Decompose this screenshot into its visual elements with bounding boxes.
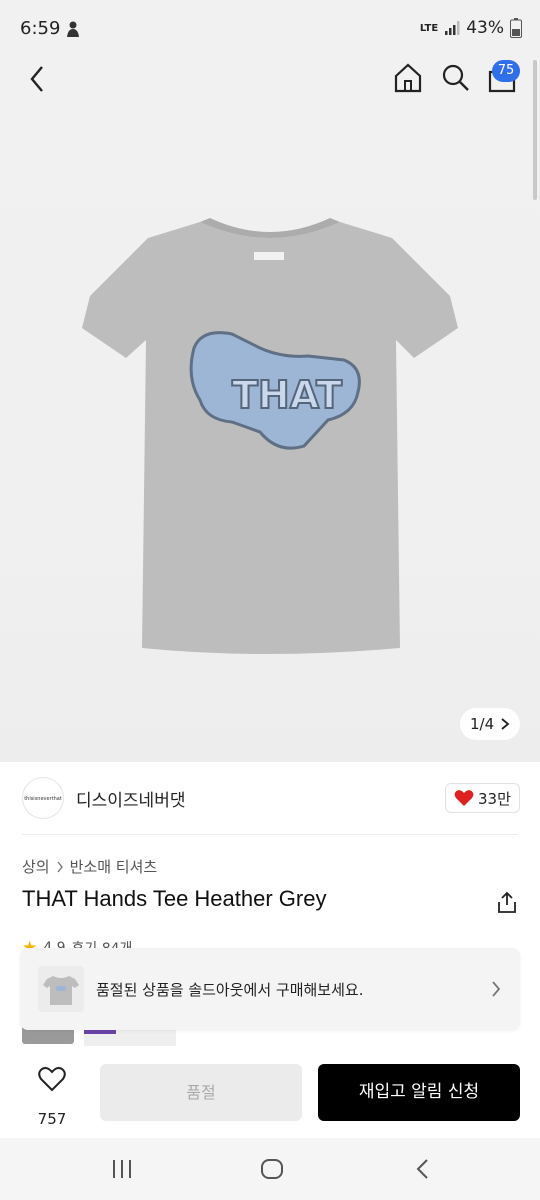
purchase-action-bar: 757 품절 재입고 알림 신청 bbox=[0, 1052, 540, 1138]
toast-product-thumbnail bbox=[38, 966, 84, 1012]
soldout-button[interactable]: 품절 bbox=[100, 1064, 302, 1121]
brand-name[interactable]: 디스이즈네버댓 bbox=[76, 786, 185, 811]
breadcrumb: 상의 반소매 티셔츠 bbox=[22, 856, 157, 877]
search-icon[interactable] bbox=[440, 62, 470, 94]
scrollbar[interactable] bbox=[533, 60, 537, 200]
divider bbox=[22, 834, 518, 835]
image-pager[interactable]: 1/4 bbox=[460, 708, 520, 740]
status-bar: 6:59 LTE 43% bbox=[0, 0, 540, 58]
recent-apps-icon[interactable] bbox=[110, 1158, 134, 1180]
chevron-right-icon bbox=[57, 861, 63, 872]
system-navigation-bar bbox=[0, 1138, 540, 1200]
brand-logo[interactable]: thisisneverthat bbox=[22, 777, 64, 819]
toast-message: 품절된 상품을 솔드아웃에서 구매해보세요. bbox=[96, 981, 364, 999]
share-icon[interactable] bbox=[496, 890, 518, 914]
pager-label: 1/4 bbox=[470, 715, 495, 733]
battery-level: 43% bbox=[466, 18, 504, 38]
signal-icon bbox=[445, 21, 460, 35]
breadcrumb-subcategory[interactable]: 반소매 티셔츠 bbox=[70, 856, 158, 877]
home-icon[interactable] bbox=[392, 62, 424, 94]
brand-like-count: 33만 bbox=[478, 789, 511, 808]
battery-icon bbox=[510, 18, 522, 38]
product-like-count: 757 bbox=[37, 1110, 67, 1128]
chevron-right-icon bbox=[501, 718, 510, 730]
product-image-gallery[interactable]: THAT 1/4 bbox=[0, 0, 540, 762]
system-back-icon[interactable] bbox=[414, 1158, 432, 1180]
heart-icon bbox=[454, 790, 474, 806]
status-time: 6:59 bbox=[20, 18, 61, 39]
home-button-icon[interactable] bbox=[260, 1158, 284, 1180]
cart-count-badge: 75 bbox=[492, 60, 520, 82]
restock-alert-button[interactable]: 재입고 알림 신청 bbox=[318, 1064, 520, 1121]
svg-text:THAT: THAT bbox=[232, 373, 342, 417]
status-indicators: LTE 43% bbox=[420, 18, 522, 38]
product-image: THAT bbox=[82, 218, 458, 654]
breadcrumb-category[interactable]: 상의 bbox=[22, 856, 50, 877]
back-icon[interactable] bbox=[24, 62, 52, 96]
product-like-button[interactable]: 757 bbox=[26, 1064, 78, 1128]
heart-outline-icon bbox=[38, 1067, 66, 1092]
app-notification-icon bbox=[67, 21, 79, 37]
network-type: LTE bbox=[419, 22, 439, 34]
soldout-market-toast[interactable]: 품절된 상품을 솔드아웃에서 구매해보세요. bbox=[20, 948, 520, 1030]
chevron-right-icon bbox=[492, 981, 501, 997]
product-title: THAT Hands Tee Heather Grey bbox=[22, 886, 327, 911]
brand-like-button[interactable]: 33만 bbox=[445, 783, 520, 813]
